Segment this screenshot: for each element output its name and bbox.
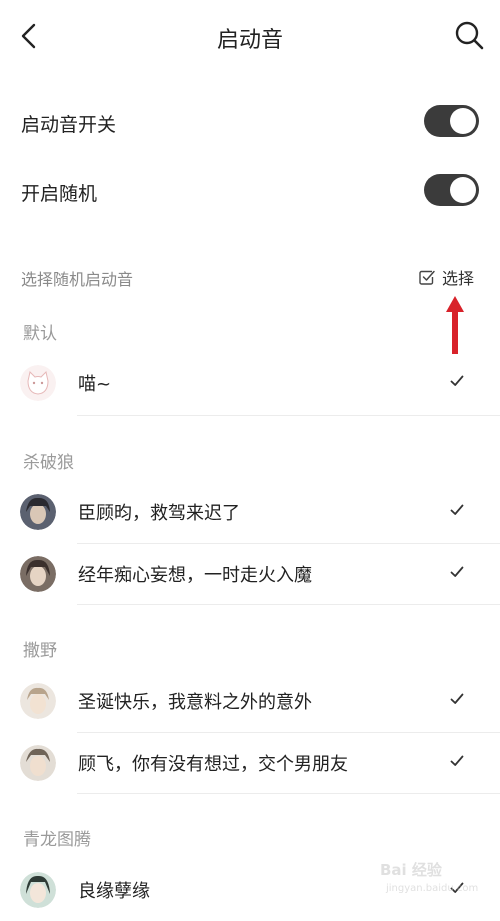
check-icon (450, 375, 464, 386)
item-name: 良缘孽缘 (78, 881, 150, 902)
avatar (20, 683, 56, 719)
toggle-knob (450, 108, 476, 134)
item-name: 喵~ (78, 374, 112, 395)
item-name: 圣诞快乐，我意料之外的意外 (78, 692, 312, 713)
select-button[interactable]: 选择 (418, 266, 474, 288)
item-name: 经年痴心妄想，一时走火入魔 (78, 565, 312, 586)
character-avatar-icon (20, 683, 56, 719)
search-button[interactable] (452, 18, 486, 52)
random-toggle[interactable] (424, 174, 479, 206)
setting-row-random: 开启随机 (0, 155, 500, 225)
toggle-knob (450, 177, 476, 203)
check-icon (450, 693, 464, 704)
cat-avatar-icon (20, 365, 56, 401)
checkbox-edit-icon (419, 270, 435, 285)
divider (77, 604, 500, 605)
select-label: 选择 (442, 269, 475, 288)
group-title-saye: 撒野 (23, 641, 57, 661)
check-icon (450, 755, 464, 766)
group-title-shapolang: 杀破狼 (23, 453, 74, 473)
avatar (20, 745, 56, 781)
watermark-line2: jingyan.baidu.com (386, 883, 479, 894)
avatar (20, 872, 56, 908)
baidu-watermark: Bai 经验 jingyan.baidu.com (380, 855, 498, 903)
group-title-default: 默认 (23, 324, 57, 344)
list-item[interactable]: 圣诞快乐，我意料之外的意外 (0, 670, 500, 732)
item-name: 顾飞，你有没有想过，交个男朋友 (78, 754, 348, 775)
list-item[interactable]: 顾飞，你有没有想过，交个男朋友 (0, 732, 500, 794)
startup-sound-toggle[interactable] (424, 105, 479, 137)
item-name: 臣顾昀，救驾来迟了 (78, 503, 240, 524)
setting-row-startup-sound: 启动音开关 (0, 86, 500, 156)
watermark-line1: Bai 经验 (380, 861, 442, 879)
character-avatar-icon (20, 494, 56, 530)
avatar (20, 365, 56, 401)
page-title: 启动音 (216, 28, 283, 53)
setting-label: 启动音开关 (21, 114, 117, 136)
group-title-qinglong: 青龙图腾 (23, 830, 91, 850)
list-item[interactable]: 经年痴心妄想，一时走火入魔 (0, 543, 500, 605)
avatar (20, 494, 56, 530)
character-avatar-icon (20, 556, 56, 592)
divider (77, 793, 500, 794)
setting-label: 开启随机 (21, 183, 98, 205)
list-item[interactable]: 臣顾昀，救驾来迟了 (0, 481, 500, 543)
search-icon (455, 21, 484, 50)
red-arrow-annotation (446, 296, 464, 354)
check-icon (450, 504, 464, 515)
avatar (20, 556, 56, 592)
check-icon (450, 566, 464, 577)
divider (77, 415, 500, 416)
header-bar: 启动音 (0, 0, 500, 72)
character-avatar-icon (20, 745, 56, 781)
list-item[interactable]: 喵~ (0, 352, 500, 414)
character-avatar-icon (20, 872, 56, 908)
random-section-label: 选择随机启动音 (21, 270, 134, 289)
